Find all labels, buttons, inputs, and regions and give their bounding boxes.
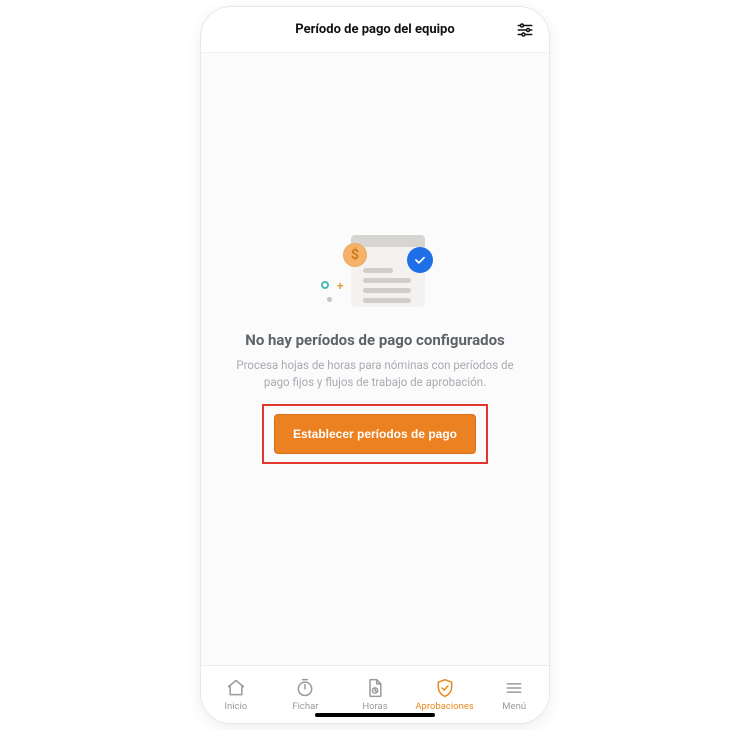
empty-state-title: No hay períodos de pago configurados	[245, 331, 505, 349]
filter-settings-button[interactable]	[515, 20, 535, 40]
tab-label: Inicio	[224, 701, 247, 712]
decor-circle-icon	[321, 281, 329, 289]
empty-state-illustration: $ +	[315, 233, 435, 313]
tab-label: Fichar	[292, 701, 318, 712]
set-pay-periods-button[interactable]: Establecer períodos de pago	[274, 414, 476, 454]
cta-highlight: Establecer períodos de pago	[262, 404, 488, 464]
page-title: Período de pago del equipo	[295, 22, 454, 37]
file-clock-icon	[365, 678, 385, 698]
dollar-coin-icon: $	[343, 243, 367, 267]
stopwatch-icon	[295, 678, 315, 698]
home-icon	[226, 678, 246, 698]
document-lines-icon	[363, 263, 411, 308]
sliders-icon	[516, 21, 534, 39]
tab-label: Aprobaciones	[415, 701, 473, 712]
empty-state: $ + No hay períodos de pago configurados…	[201, 53, 549, 665]
phone-frame: Período de pago del equipo $	[201, 7, 549, 723]
decor-plus-icon: +	[337, 279, 344, 293]
check-badge-icon	[407, 247, 433, 273]
tab-label: Horas	[362, 701, 387, 712]
tab-home[interactable]: Inicio	[201, 666, 271, 723]
app-header: Período de pago del equipo	[201, 7, 549, 53]
empty-state-subtitle: Procesa hojas de horas para nóminas con …	[225, 357, 525, 390]
home-indicator	[315, 713, 435, 717]
menu-icon	[504, 678, 524, 698]
shield-check-icon	[435, 678, 455, 698]
decor-dot-icon	[327, 297, 332, 302]
tab-menu[interactable]: Menú	[479, 666, 549, 723]
tab-label: Menú	[502, 701, 526, 712]
